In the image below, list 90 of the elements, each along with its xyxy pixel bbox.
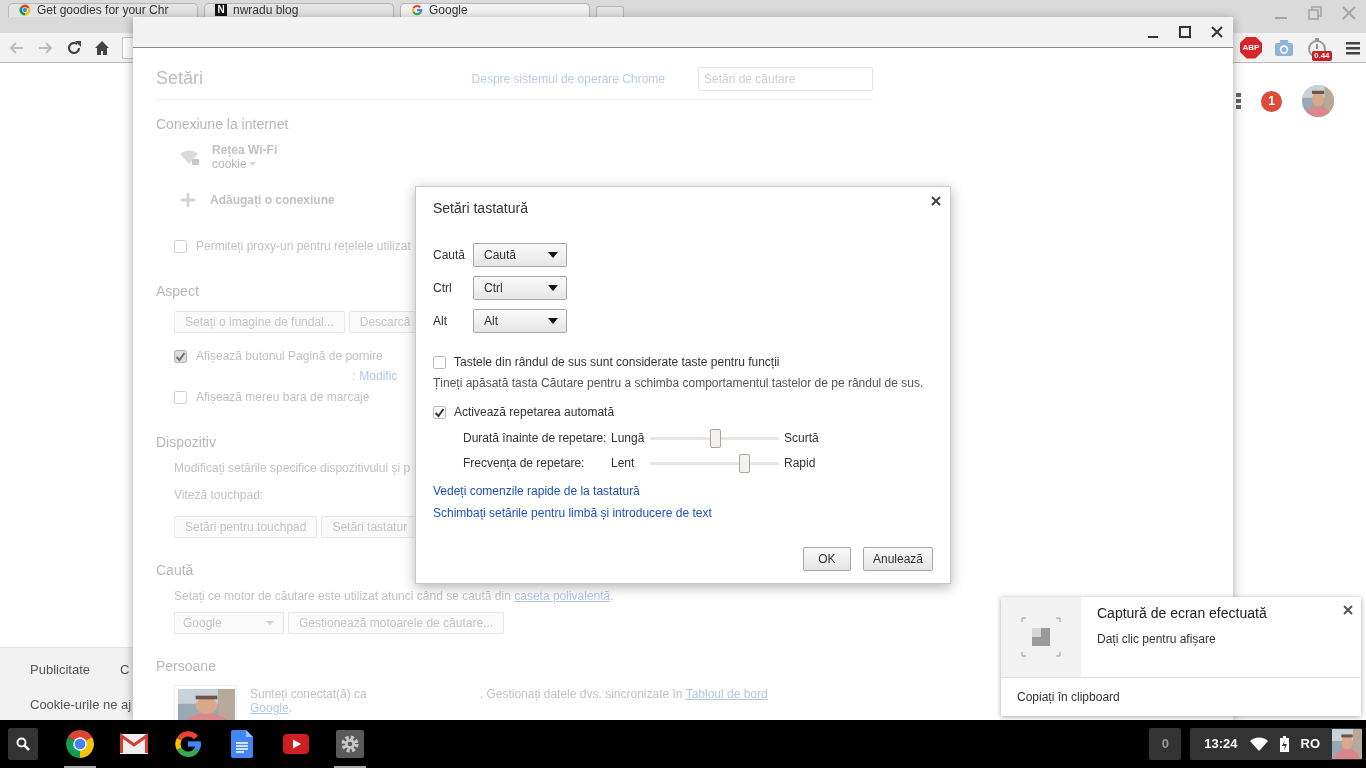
- dialog-link[interactable]: Schimbați setările pentru limbă și introducere de text: [433, 506, 712, 520]
- chrome-icon: [65, 729, 95, 759]
- section-heading: Caută: [156, 561, 194, 579]
- browser-tab[interactable]: Google: [400, 3, 590, 17]
- description-text: Setați ce motor de căutare este utilizat atunci când se caută din caseta polivalentă.: [173, 588, 614, 605]
- slider-max-label: Rapid: [784, 455, 816, 472]
- close-icon[interactable]: [1343, 605, 1353, 615]
- checkbox[interactable]: [433, 405, 446, 419]
- checkbox-label: Permiteți proxy-uri pentru rețelele utilizat: [196, 238, 411, 255]
- site-logo: N: [215, 4, 227, 16]
- plus-icon: [180, 192, 196, 208]
- adblock-button[interactable]: ABP: [1240, 36, 1262, 59]
- chrome-icon: [19, 4, 31, 16]
- dialog-title: Setări tastatură: [433, 199, 529, 217]
- slider-min-label: Lungă: [611, 430, 646, 447]
- reload-icon[interactable]: [66, 39, 82, 56]
- menu-icon[interactable]: [1346, 40, 1360, 55]
- search-icon: [16, 737, 30, 751]
- browser-tab[interactable]: N nwradu blog: [204, 3, 394, 17]
- wifi-lock-icon: [180, 149, 200, 165]
- checkbox-label: Afișează butonul Pagină de pornire: [196, 348, 383, 365]
- separator-text: :: [352, 368, 356, 385]
- key-dropdown[interactable]: Ctrl: [473, 276, 567, 300]
- footer-link[interactable]: C: [120, 660, 130, 680]
- slider-label: Viteză touchpad:: [174, 487, 264, 504]
- close-icon[interactable]: [931, 196, 941, 206]
- clock-time: 13:24: [1204, 735, 1238, 754]
- sync-text: Google.: [250, 701, 294, 717]
- running-indicator: [64, 766, 96, 768]
- gear-icon: [336, 730, 364, 758]
- mail-icon: [119, 733, 149, 755]
- home-icon[interactable]: [94, 39, 110, 56]
- ok-button[interactable]: OK: [802, 547, 851, 571]
- slider-label: Frecvența de repetare:: [463, 455, 586, 472]
- caret-icon: [265, 619, 275, 627]
- google-icon: [411, 4, 423, 16]
- slider-label: Durată înainte de repetare:: [463, 430, 608, 447]
- caret-icon: [548, 252, 558, 258]
- browser-tab[interactable]: Get goodies for your Chr: [8, 3, 198, 17]
- checkbox[interactable]: [174, 349, 187, 363]
- video-play-icon: [283, 734, 309, 754]
- hint-text: Țineți apăsată tasta Căutare pentru a schimba comportamentul tastelor de pe rândul de sus.: [433, 375, 925, 392]
- notification-tray-button[interactable]: 0: [1149, 728, 1182, 760]
- search-button[interactable]: [8, 728, 38, 760]
- close-icon[interactable]: [1210, 25, 1224, 39]
- checkbox[interactable]: [174, 239, 187, 253]
- slider-max-label: Scurtă: [784, 430, 819, 447]
- network-name: Rețea Wi-Fi: [212, 143, 278, 157]
- slider-thumb[interactable]: [709, 429, 721, 448]
- checkbox-label: Tastele din rândul de sus sunt considerate taste pentru funcții: [454, 354, 780, 371]
- key-label: Caută: [433, 247, 467, 264]
- checkbox-label: Activează repetarea automată: [454, 404, 615, 421]
- key-label: Alt: [433, 313, 448, 330]
- caret-icon: [548, 285, 558, 291]
- caret-icon: [548, 318, 558, 324]
- checkbox[interactable]: [433, 355, 446, 369]
- caret-icon: [246, 160, 257, 168]
- google-icon: [173, 729, 203, 759]
- key-dropdown[interactable]: Alt: [473, 309, 567, 333]
- running-indicator: [334, 766, 366, 768]
- apps-icon[interactable]: [1236, 93, 1241, 109]
- section-heading: Conexiune la internet: [156, 115, 289, 133]
- checkbox[interactable]: [174, 390, 187, 404]
- sync-text: . Gestionați datele dvs. sincronizate în Tabloul de bord: [479, 686, 768, 703]
- cookie-notice: Cookie-urile ne aj: [30, 695, 133, 714]
- notification-message: Dați clic pentru afișare: [1097, 631, 1217, 648]
- key-label: Ctrl: [433, 280, 453, 297]
- page-title: Setări: [156, 67, 204, 90]
- slider-thumb[interactable]: [739, 454, 751, 473]
- footer-link[interactable]: Publicitate: [30, 660, 90, 680]
- status-tray[interactable]: 13:24 RO: [1190, 728, 1362, 760]
- section-heading: Persoane: [156, 657, 216, 675]
- document-icon: [231, 730, 253, 758]
- maximize-icon[interactable]: [1178, 25, 1192, 39]
- battery-icon: [1279, 736, 1289, 752]
- section-heading: Aspect: [156, 282, 199, 300]
- checkbox-label: Afișează mereu bara de marcaje: [196, 389, 370, 406]
- dialog-link[interactable]: Vedeți comenzile rapide de la tastatură: [433, 484, 640, 498]
- notifications-button[interactable]: 1: [1261, 90, 1282, 112]
- copy-to-clipboard-link[interactable]: Copiați în clipboard: [1017, 688, 1120, 706]
- signed-in-text: Sunteți conectat(ă) ca: [250, 686, 367, 703]
- cancel-button[interactable]: Anulează: [862, 547, 933, 571]
- key-dropdown[interactable]: Caută: [473, 243, 567, 267]
- section-heading: Dispozitiv: [156, 433, 216, 451]
- language-indicator: RO: [1300, 735, 1320, 754]
- timer-button[interactable]: 0.44: [1306, 34, 1334, 61]
- notification-title: Captură de ecran efectuată: [1097, 605, 1268, 621]
- screenshot-icon: [1021, 617, 1061, 657]
- wifi-icon: [1249, 737, 1268, 751]
- slider-min-label: Lent: [611, 455, 636, 472]
